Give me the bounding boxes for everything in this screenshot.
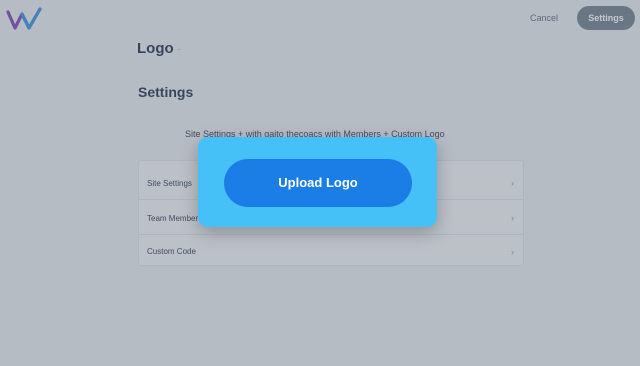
upload-logo-button[interactable]: Upload Logo bbox=[224, 159, 412, 207]
